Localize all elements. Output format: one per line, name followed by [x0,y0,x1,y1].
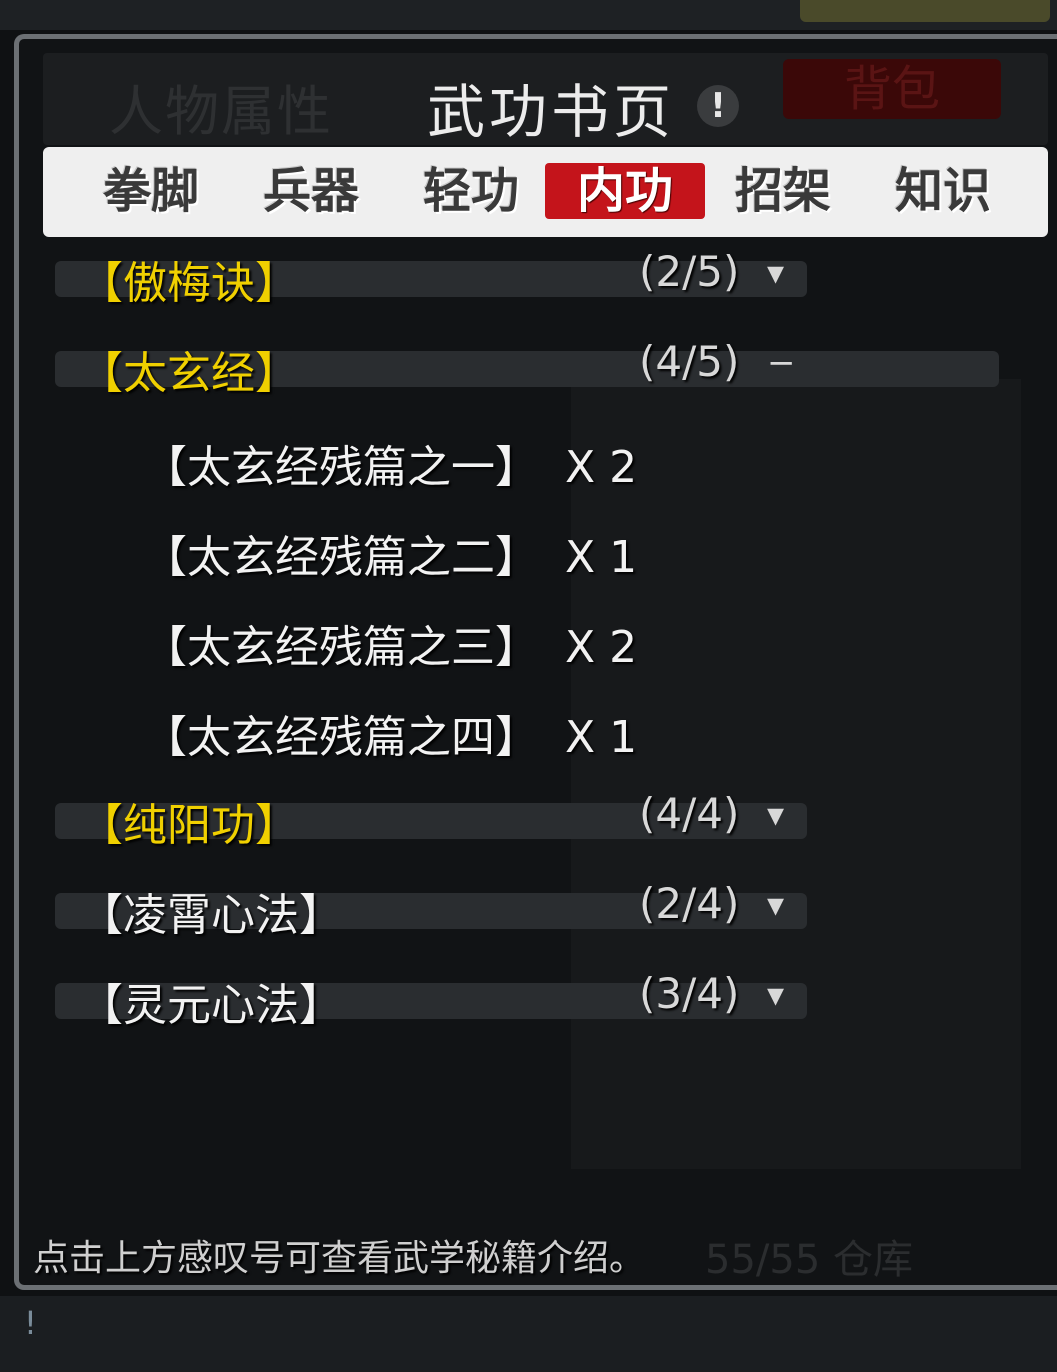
page-item: 【太玄经残篇之四】 X 1 [143,701,637,765]
technique-progress: (2/4) [639,879,740,928]
technique-name: 【太玄经】 [79,348,299,399]
page-item-name: 【太玄经残篇之二】 [143,532,539,583]
technique-progress: (3/4) [639,969,740,1018]
page-item-qty: X 2 [565,442,638,493]
technique-row[interactable]: 【凌霄心法】 (2/4) ▾ [55,879,1015,941]
chevron-down-icon[interactable]: ▾ [767,253,784,293]
page-item-qty: X 1 [565,712,638,763]
page-item-name: 【太玄经残篇之三】 [143,622,539,673]
backpack-button-ghost[interactable]: 背包 [783,59,1001,119]
collapse-icon[interactable]: − [767,343,796,383]
dialog-header: 人物属性 武功书页 ! 背包 [43,53,1048,146]
technique-row[interactable]: 【太玄经】 (4/5) − [55,337,1015,399]
character-attributes-tab-ghost[interactable]: 人物属性 [109,67,333,146]
martial-pages-dialog: 人物属性 武功书页 ! 背包 拳脚 兵器 轻功 内功 招架 知识 【傲梅诀】 (… [14,34,1057,1290]
technique-name: 【凌霄心法】 [79,890,343,941]
technique-row[interactable]: 【傲梅诀】 (2/5) ▾ [55,247,1015,309]
hint-text: 点击上方感叹号可查看武学秘籍介绍。 [33,1238,646,1279]
bottom-message-bar: ! [0,1296,1057,1372]
technique-name: 【灵元心法】 [79,980,343,1031]
page-item-qty: X 1 [565,532,638,583]
technique-name: 【傲梅诀】 [79,258,299,309]
tab-parry[interactable]: 招架 [703,163,863,219]
page-title: 武功书页 [427,78,676,146]
chevron-down-icon[interactable]: ▾ [767,975,784,1015]
background-inventory-ghost [571,379,1021,1169]
page-item: 【太玄经残篇之二】 X 1 [143,521,637,585]
page-item-name: 【太玄经残篇之一】 [143,442,539,493]
chevron-down-icon[interactable]: ▾ [767,885,784,925]
tab-lightness[interactable]: 轻功 [391,163,551,219]
tab-knowledge[interactable]: 知识 [863,163,1023,219]
technique-progress: (2/5) [639,247,740,296]
technique-progress: (4/4) [639,789,740,838]
tab-fist-kick[interactable]: 拳脚 [71,163,231,219]
tab-weapons[interactable]: 兵器 [231,163,391,219]
chevron-down-icon[interactable]: ▾ [767,795,784,835]
bottom-exclamation: ! [24,1304,37,1342]
background-top-button [800,0,1050,22]
technique-row[interactable]: 【纯阳功】 (4/4) ▾ [55,789,1015,851]
category-tabs: 拳脚 兵器 轻功 内功 招架 知识 [43,147,1048,237]
technique-row[interactable]: 【灵元心法】 (3/4) ▾ [55,969,1015,1031]
technique-progress: (4/5) [639,337,740,386]
page-item: 【太玄经残篇之一】 X 2 [143,431,637,495]
page-item-qty: X 2 [565,622,638,673]
info-icon[interactable]: ! [697,85,739,127]
page-item-name: 【太玄经残篇之四】 [143,712,539,763]
technique-name: 【纯阳功】 [79,800,299,851]
page-item: 【太玄经残篇之三】 X 2 [143,611,637,675]
tab-internal[interactable]: 内功 [545,163,705,219]
storage-count-ghost: 55/55 仓库 [705,1237,913,1283]
